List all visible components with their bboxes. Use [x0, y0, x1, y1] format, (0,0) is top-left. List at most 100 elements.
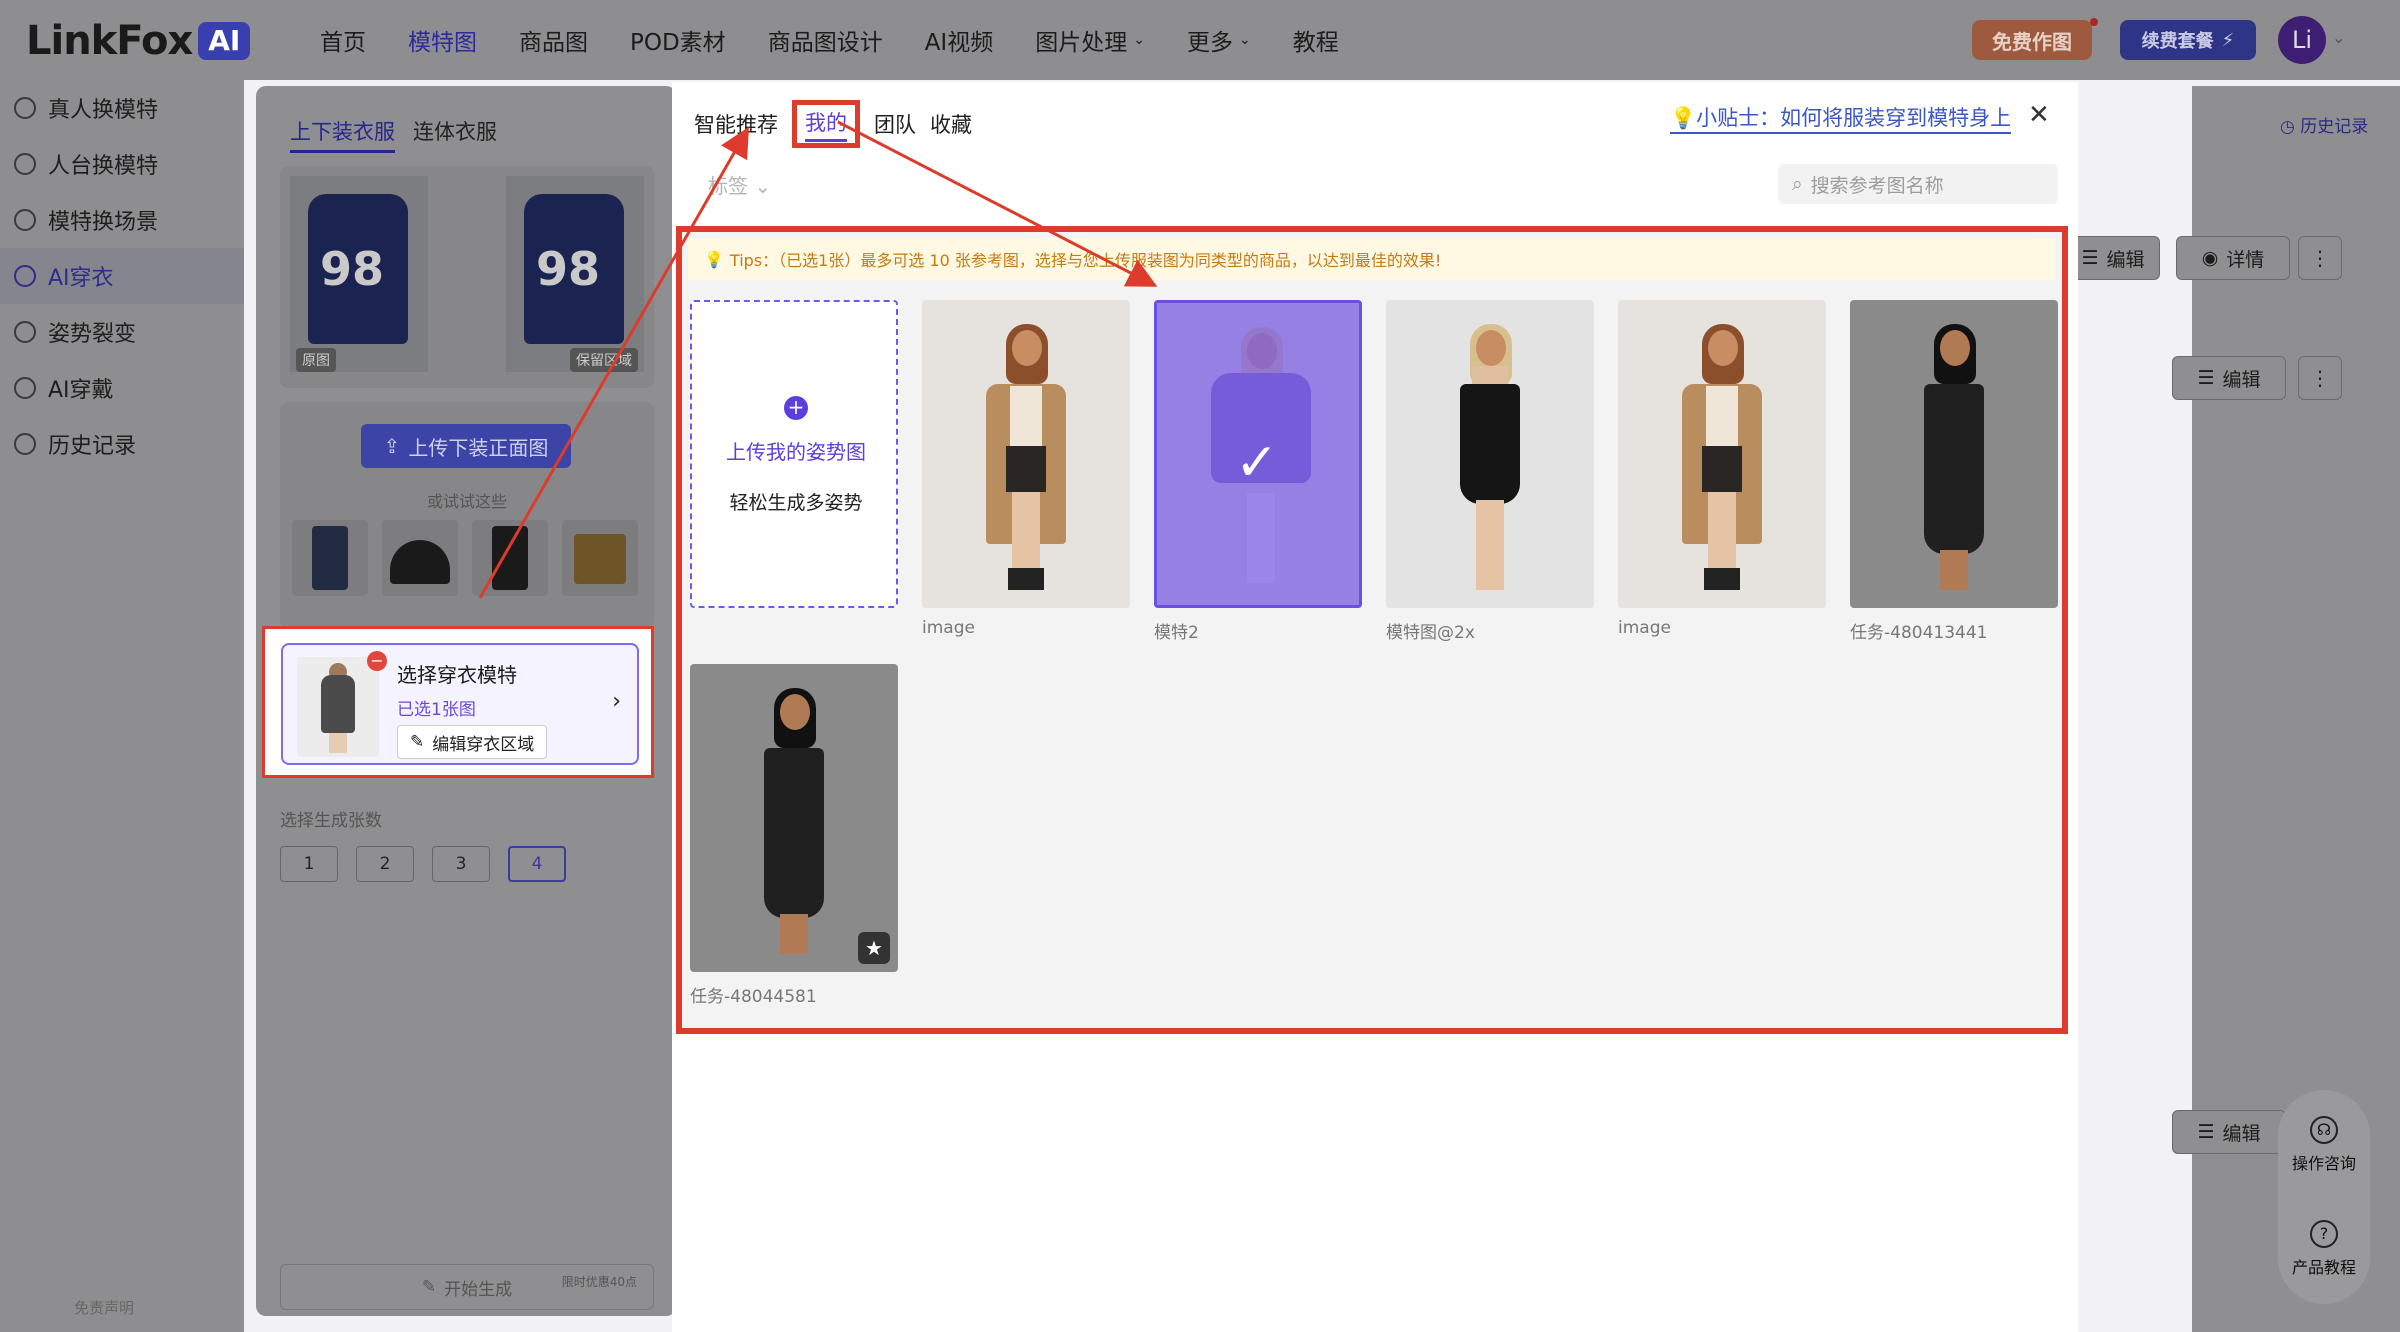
sample-pants[interactable] [472, 520, 548, 596]
select-model-button[interactable]: − 选择穿衣模特 已选1张图 ✎ 编辑穿衣区域 › [281, 643, 639, 765]
model-selected-count: 已选1张图 [397, 700, 476, 720]
tips-banner: 💡 Tips：（已选1张）最多可选 10 张参考图，选择与您上传服装图为同类型的商… [688, 238, 2056, 280]
select-model-card: − 选择穿衣模特 已选1张图 ✎ 编辑穿衣区域 › [262, 626, 654, 778]
modal-tabs: 智能推荐 我的 团队 收藏 [694, 100, 972, 148]
edit-dress-area-button[interactable]: ✎ 编辑穿衣区域 [397, 725, 548, 759]
chevron-down-icon[interactable]: ⌄ [2332, 28, 2345, 47]
nav-product-design[interactable]: 商品图设计 [768, 23, 883, 57]
tab-team[interactable]: 团队 [874, 100, 916, 148]
tag-label: 标签 [708, 174, 748, 198]
edit-button[interactable]: ☰ 编辑 [2172, 1110, 2286, 1154]
sample-skirt[interactable] [382, 520, 458, 596]
disclaimer-link[interactable]: 免责声明 [74, 1297, 134, 1318]
tutorial-button[interactable]: ? 产品教程 [2278, 1220, 2370, 1278]
nav-home[interactable]: 首页 [320, 23, 366, 57]
tab-mine[interactable]: 我的 [792, 100, 860, 148]
edit-label: 编辑 [2222, 368, 2261, 391]
count-option-4[interactable]: 4 [508, 846, 566, 882]
magic-wand-icon: ✎ [421, 1277, 437, 1297]
consult-button[interactable]: ☊ 操作咨询 [2278, 1116, 2370, 1174]
count-option-1[interactable]: 1 [280, 846, 338, 882]
logo[interactable]: LinkFox AI [26, 18, 251, 64]
edit-label: 编辑 [2106, 248, 2145, 271]
free-generate-button[interactable]: 免费作图 [1972, 20, 2092, 60]
tab-label: 我的 [805, 107, 847, 142]
nav-label: 首页 [320, 30, 366, 56]
reference-card[interactable]: 任务-480413441 [1850, 300, 2058, 643]
tip-link[interactable]: 💡小贴士：如何将服装穿到模特身上 [1670, 102, 2012, 134]
original-garment-image[interactable]: 98 原图 [290, 176, 428, 372]
reference-card[interactable]: image [922, 300, 1130, 638]
reference-card-selected[interactable]: ✓ 模特2 [1154, 300, 1362, 643]
sidebar-item-pose[interactable]: 姿势裂变 [0, 304, 244, 360]
start-generate-button[interactable]: ✎ 开始生成 限时优惠40点 [280, 1264, 654, 1310]
nav-product-image[interactable]: 商品图 [519, 23, 588, 57]
main-nav: 首页 模特图 商品图 POD素材 商品图设计 AI视频 图片处理 ⌄ 更多 ⌄ 教程 [320, 0, 1381, 80]
nav-model-image[interactable]: 模特图 [408, 23, 477, 57]
sidebar-item-label: 人台换模特 [48, 154, 159, 179]
keep-area-image[interactable]: 98 保留区域 [506, 176, 644, 372]
nav-tutorial[interactable]: 教程 [1293, 23, 1339, 57]
close-icon[interactable]: ✕ [2028, 100, 2050, 130]
reference-image [1850, 300, 2058, 608]
logo-text: LinkFox [26, 18, 193, 64]
tab-favorites[interactable]: 收藏 [930, 100, 972, 148]
history-link[interactable]: ◷ 历史记录 [2280, 112, 2368, 137]
sidebar-item-mannequin[interactable]: 人台换模特 [0, 136, 244, 192]
nav-more[interactable]: 更多 ⌄ [1187, 23, 1251, 57]
tag-filter[interactable]: 标签 ⌄ [708, 170, 771, 199]
detail-button[interactable]: ◉ 详情 [2176, 236, 2290, 280]
nav-pod[interactable]: POD素材 [630, 23, 726, 57]
tab-label: 团队 [874, 113, 916, 137]
tab-top-bottom[interactable]: 上下装衣服 [290, 116, 395, 153]
sidebar-item-label: 历史记录 [48, 434, 137, 459]
sample-shorts[interactable] [562, 520, 638, 596]
tab-recommended[interactable]: 智能推荐 [694, 100, 778, 148]
card-label: image [922, 618, 975, 638]
edit-button[interactable]: ☰ 编辑 [2172, 356, 2286, 400]
upload-pose-card[interactable]: + 上传我的姿势图 轻松生成多姿势 [690, 300, 898, 608]
search-input[interactable]: ⌕ 搜索参考图名称 [1778, 164, 2058, 204]
edit-label: 编辑穿衣区域 [432, 734, 535, 755]
sidebar-item-label: AI穿衣 [48, 266, 114, 291]
more-icon[interactable]: ⋮ [2298, 236, 2342, 280]
more-icon[interactable]: ⋮ [2298, 356, 2342, 400]
sidebar-item-scene[interactable]: 模特换场景 [0, 192, 244, 248]
upload-pose-subtitle: 轻松生成多姿势 [729, 492, 863, 514]
sidebar-item-history[interactable]: 历史记录 [0, 416, 244, 472]
star-icon[interactable]: ★ [858, 932, 890, 964]
sidebar-item-ai-wear[interactable]: AI穿戴 [0, 360, 244, 416]
count-option-3[interactable]: 3 [432, 846, 490, 882]
reference-card[interactable]: 模特图@2x [1386, 300, 1594, 643]
sidebar-item-label: 姿势裂变 [48, 322, 137, 347]
tab-label: 收藏 [930, 113, 972, 137]
headset-icon: ☊ [2310, 1116, 2338, 1144]
tutorial-label: 产品教程 [2291, 1258, 2356, 1277]
renew-plan-button[interactable]: 续费套餐 ⚡ [2120, 20, 2256, 60]
nav-ai-video[interactable]: AI视频 [925, 23, 994, 57]
sidebar-item-ai-dress[interactable]: AI穿衣 [0, 248, 244, 304]
sidebar: 真人换模特 人台换模特 模特换场景 AI穿衣 姿势裂变 AI穿戴 历史记录 免责… [0, 80, 244, 1332]
reference-card[interactable]: ★ 任务-48044581 [690, 664, 898, 1007]
detail-label: 详情 [2226, 248, 2265, 271]
lightning-icon: ⚡ [2221, 29, 2235, 51]
card-label: 模特图@2x [1386, 623, 1475, 643]
upload-bottom-button[interactable]: ⇪ 上传下装正面图 [361, 424, 571, 468]
count-option-2[interactable]: 2 [356, 846, 414, 882]
edit-button[interactable]: ☰ 编辑 [2066, 236, 2160, 280]
card-label: image [1618, 618, 1671, 638]
reference-image [922, 300, 1130, 608]
sidebar-item-person-swap[interactable]: 真人换模特 [0, 80, 244, 136]
clock-icon: ◷ [2280, 117, 2295, 137]
history-label: 历史记录 [2300, 117, 2369, 137]
reference-card[interactable]: image [1618, 300, 1826, 638]
check-icon: ✓ [1235, 433, 1279, 493]
tab-one-piece[interactable]: 连体衣服 [413, 116, 497, 153]
shirt-icon [14, 265, 36, 287]
search-icon: ⌕ [1792, 173, 1803, 195]
garment-preview: 98 原图 98 保留区域 [280, 166, 654, 388]
avatar[interactable]: Li [2278, 16, 2326, 64]
remove-icon[interactable]: − [367, 651, 387, 671]
nav-image-processing[interactable]: 图片处理 ⌄ [1035, 23, 1145, 57]
sample-jeans[interactable] [292, 520, 368, 596]
